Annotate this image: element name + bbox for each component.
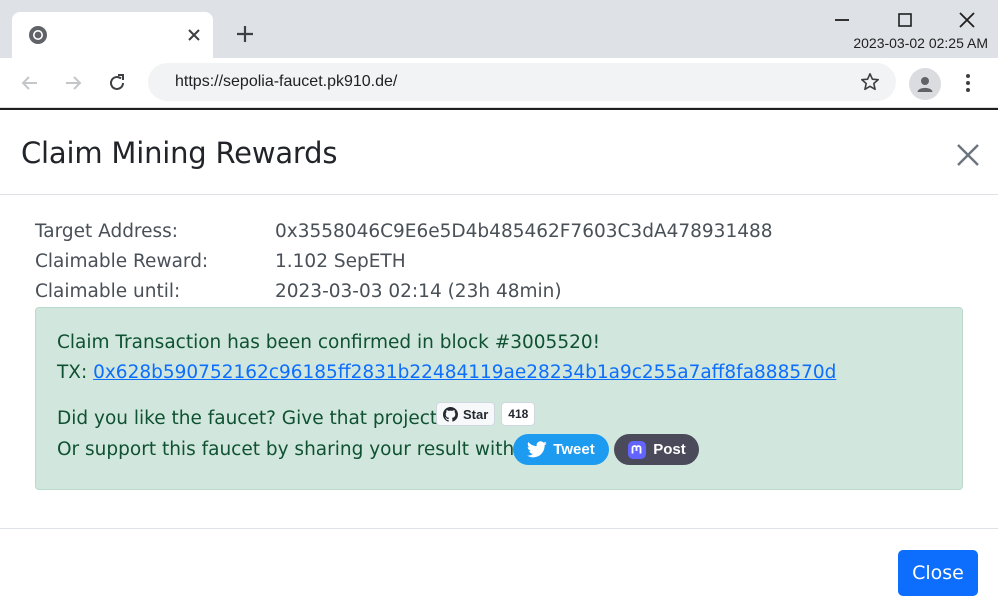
window-close-icon[interactable] (956, 9, 978, 31)
tweet-button[interactable]: Tweet (513, 434, 609, 465)
modal-title: Claim Mining Rewards (21, 136, 338, 170)
browser-tab[interactable] (12, 12, 213, 58)
mastodon-post-button[interactable]: Post (614, 434, 699, 465)
claimable-until-label: Claimable until: (35, 281, 181, 302)
github-star-count[interactable]: 418 (501, 402, 536, 426)
target-address-label: Target Address: (35, 221, 179, 242)
twitter-bird-icon (527, 441, 547, 458)
forward-arrow-icon[interactable] (59, 69, 87, 97)
tx-hash-link[interactable]: 0x628b590752162c96185ff2831b22484119ae28… (93, 362, 836, 383)
tweet-label: Tweet (553, 441, 595, 458)
new-tab-plus-icon[interactable] (233, 22, 257, 46)
github-star-widget[interactable]: Star 418 (436, 402, 536, 426)
reload-icon[interactable] (103, 69, 131, 97)
confirmation-message: Claim Transaction has been confirmed in … (57, 332, 601, 353)
modal-footer: Close (0, 528, 998, 616)
browser-toolbar: https://sepolia-faucet.pk910.de/ (0, 58, 998, 108)
modal-dialog: Claim Mining Rewards Target Address: 0x3… (0, 108, 998, 614)
tx-line: TX: 0x628b590752162c96185ff2831b22484119… (57, 362, 836, 383)
github-icon (443, 406, 458, 422)
claimable-until-value: 2023-03-03 02:14 (23h 48min) (275, 281, 562, 302)
share-text: Or support this faucet by sharing your r… (57, 439, 532, 460)
close-button[interactable]: Close (898, 550, 978, 596)
chrome-icon (28, 25, 48, 45)
github-star-label: Star (463, 406, 489, 422)
mastodon-icon (628, 440, 647, 459)
tx-prefix: TX: (57, 362, 94, 383)
address-bar[interactable]: https://sepolia-faucet.pk910.de/ (148, 63, 896, 101)
tab-close-icon[interactable] (184, 25, 204, 45)
browser-titlebar: 2023-03-02 02:25 AM (0, 0, 998, 58)
maximize-icon[interactable] (894, 9, 916, 31)
back-arrow-icon[interactable] (16, 69, 44, 97)
profile-avatar-icon[interactable] (909, 68, 941, 100)
github-star-button[interactable]: Star (436, 402, 496, 426)
claimable-reward-label: Claimable Reward: (35, 251, 209, 272)
post-label: Post (653, 441, 686, 458)
modal-close-icon[interactable] (954, 141, 982, 169)
claimable-reward-value: 1.102 SepETH (275, 251, 406, 272)
modal-header: Claim Mining Rewards (0, 110, 998, 195)
address-bar-url[interactable]: https://sepolia-faucet.pk910.de/ (175, 73, 397, 91)
system-clock: 2023-03-02 02:25 AM (853, 35, 988, 51)
success-alert: Claim Transaction has been confirmed in … (35, 307, 963, 490)
target-address-value: 0x3558046C9E6e5D4b485462F7603C3dA4789314… (275, 221, 773, 242)
browser-menu-icon[interactable] (956, 70, 980, 96)
like-faucet-text: Did you like the faucet? Give that proje… (57, 408, 455, 429)
minimize-icon[interactable] (831, 9, 853, 31)
bookmark-star-icon[interactable] (859, 71, 881, 93)
